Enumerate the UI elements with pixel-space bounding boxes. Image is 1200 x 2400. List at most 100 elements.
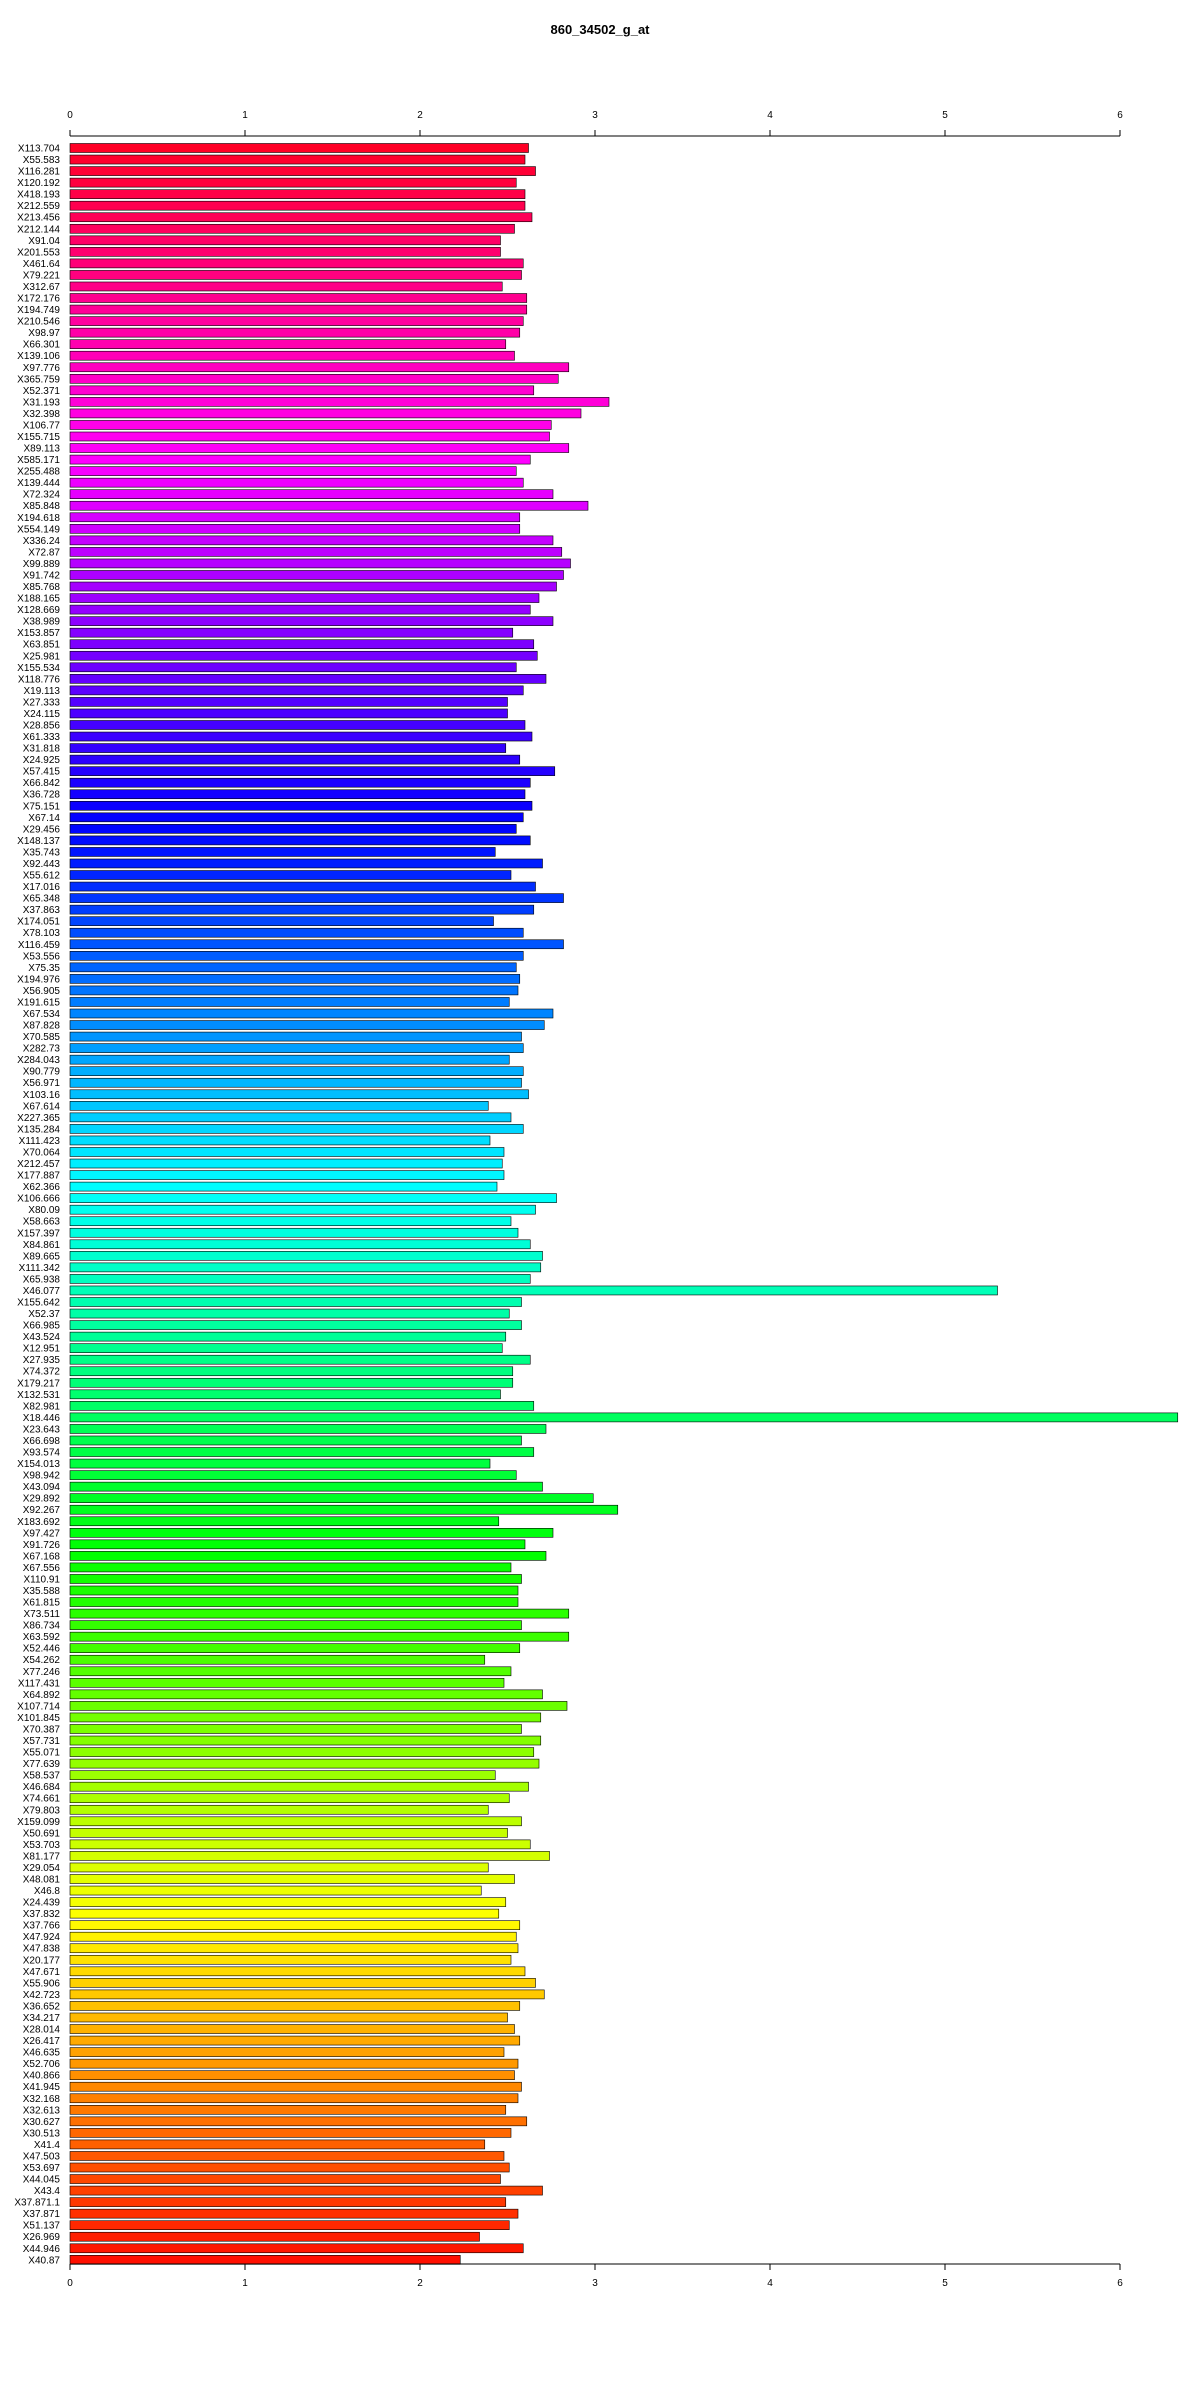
bar xyxy=(69,939,564,950)
category-label: X155.642 xyxy=(17,1298,60,1309)
bar xyxy=(69,166,536,176)
bar xyxy=(69,1297,522,1307)
category-label: X24.925 xyxy=(23,755,61,766)
category-label: X18.446 xyxy=(23,1413,61,1424)
bar xyxy=(69,1158,503,1169)
category-label: X73.511 xyxy=(23,1609,60,1620)
bar xyxy=(69,1343,503,1353)
bar xyxy=(69,1862,489,1873)
bar xyxy=(69,1008,554,1019)
bar xyxy=(69,2208,519,2219)
category-label: X90.779 xyxy=(23,1067,61,1078)
category-label: X72.87 xyxy=(28,547,60,558)
category-labels-group: X113.704X55.583X116.281X120.192X418.193X… xyxy=(14,144,60,2267)
category-label: X461.64 xyxy=(23,259,61,270)
tick-label: 1 xyxy=(242,110,248,121)
bar xyxy=(69,1793,510,1804)
category-label: X117.431 xyxy=(18,1678,61,1689)
category-label: X46.684 xyxy=(23,1782,61,1793)
category-label: X58.537 xyxy=(23,1771,61,1782)
category-label: X148.137 xyxy=(17,836,60,847)
category-label: X37.871.1 xyxy=(14,2198,60,2209)
bar xyxy=(69,777,531,788)
category-label: X91.742 xyxy=(23,570,61,581)
bar xyxy=(69,1135,491,1146)
bar xyxy=(69,477,524,488)
category-label: X36.652 xyxy=(23,2001,61,2012)
bar xyxy=(69,1954,512,1965)
category-label: X40.87 xyxy=(28,2255,60,2266)
bar xyxy=(69,962,517,973)
bar xyxy=(69,570,564,580)
bar xyxy=(69,408,582,419)
bar xyxy=(69,1551,547,1561)
category-label: X174.051 xyxy=(17,917,60,928)
category-label: X19.113 xyxy=(23,686,60,697)
chart-container: 860_34502_g_at X113.704 X55.583 X116.281 X1… xyxy=(0,0,1200,2400)
bar xyxy=(69,431,550,442)
category-label: X32.398 xyxy=(23,409,61,420)
category-label: X12.951 xyxy=(23,1344,61,1355)
bar xyxy=(69,1054,510,1065)
category-label: X37.863 xyxy=(23,905,61,916)
bar xyxy=(69,2058,519,2069)
bar xyxy=(69,2035,521,2046)
bar xyxy=(69,1758,540,1769)
category-label: X29.892 xyxy=(23,1494,61,1505)
category-label: X54.262 xyxy=(23,1655,61,1666)
bar xyxy=(69,1193,557,1203)
bar xyxy=(69,1020,545,1030)
category-label: X106.666 xyxy=(17,1194,60,1205)
bar xyxy=(69,397,610,407)
bar xyxy=(69,1435,522,1446)
bar xyxy=(69,1885,482,1896)
bar xyxy=(69,535,554,546)
tick-label: 6 xyxy=(1117,110,1123,121)
bar xyxy=(69,235,501,246)
bar xyxy=(69,200,526,211)
bar xyxy=(69,1851,550,1861)
bar xyxy=(69,2243,524,2254)
bar xyxy=(69,604,531,615)
bar xyxy=(69,2151,505,2161)
category-label: X110.91 xyxy=(23,1574,60,1585)
bar xyxy=(69,2139,486,2150)
category-label: X336.24 xyxy=(23,536,61,547)
bar xyxy=(69,1631,570,1642)
bar xyxy=(69,1978,536,1988)
category-label: X188.165 xyxy=(17,594,60,605)
category-label: X20.177 xyxy=(23,1955,61,1966)
category-label: X194.749 xyxy=(17,305,60,316)
category-label: X34.217 xyxy=(23,2013,61,2024)
category-label: X47.838 xyxy=(23,1944,61,1955)
bar xyxy=(69,2220,510,2230)
category-label: X77.639 xyxy=(23,1759,61,1770)
category-label: X212.559 xyxy=(17,201,60,212)
category-label: X32.168 xyxy=(23,2094,61,2105)
bar xyxy=(69,1366,514,1377)
bar xyxy=(69,1943,519,1954)
bar xyxy=(69,697,508,707)
category-label: X282.73 xyxy=(23,1044,61,1055)
bar xyxy=(69,1528,554,1538)
category-label: X75.151 xyxy=(23,801,61,812)
category-label: X26.969 xyxy=(23,2232,61,2243)
bar xyxy=(69,1308,510,1319)
category-label: X98.97 xyxy=(28,328,60,339)
bar xyxy=(69,2070,515,2080)
category-label: X227.365 xyxy=(17,1113,60,1124)
category-label: X30.627 xyxy=(23,2117,61,2128)
category-label: X118.776 xyxy=(18,674,61,685)
bar xyxy=(69,212,533,223)
category-label: X210.546 xyxy=(17,317,60,328)
bar xyxy=(69,662,517,673)
category-label: X155.534 xyxy=(17,663,60,674)
tick-label: 0 xyxy=(67,110,73,121)
category-label: X36.728 xyxy=(23,790,61,801)
bar xyxy=(69,1689,543,1700)
bar xyxy=(69,1481,543,1492)
category-label: X52.371 xyxy=(23,386,61,397)
bar xyxy=(69,616,554,626)
category-label: X47.671 xyxy=(23,1967,61,1978)
category-label: X84.861 xyxy=(23,1240,61,1251)
